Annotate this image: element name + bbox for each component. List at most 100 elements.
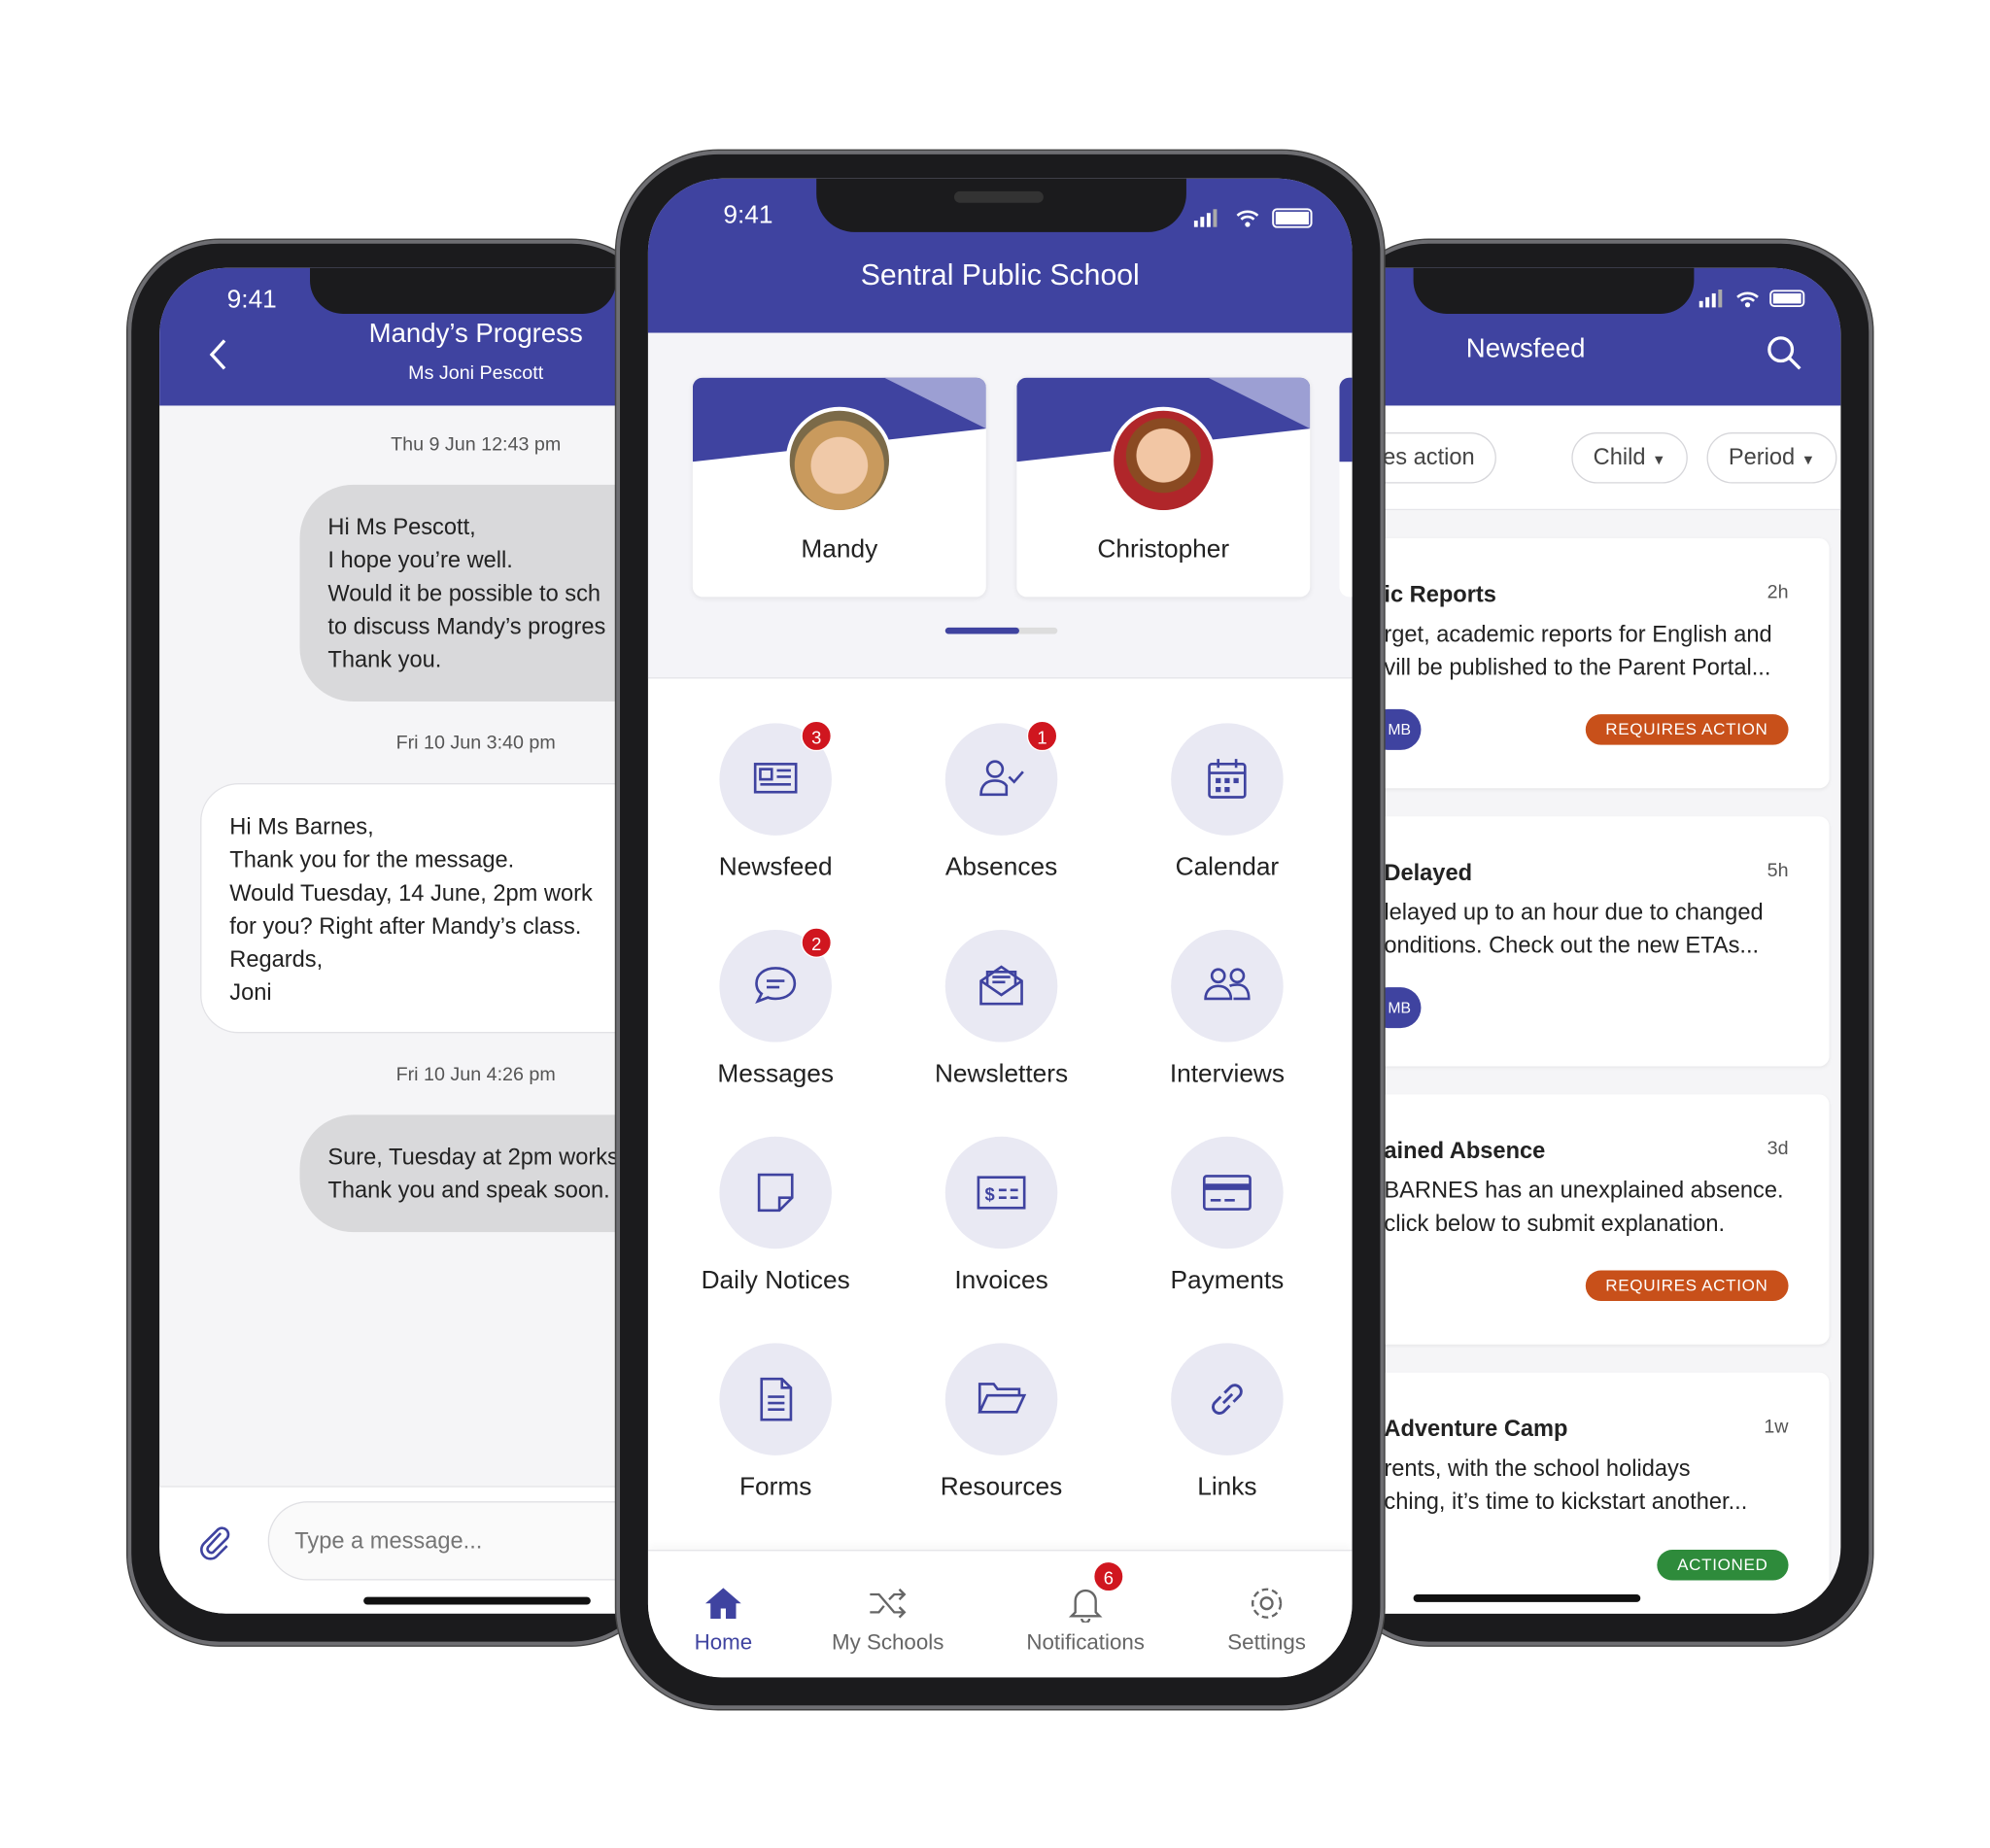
tile-label: Payments	[1170, 1266, 1285, 1295]
tile-icon-circle	[1171, 930, 1284, 1043]
tile-icon-circle	[719, 1343, 832, 1455]
users-icon	[1204, 968, 1251, 1001]
filter-label: Period	[1728, 443, 1796, 470]
children-carousel[interactable]: Mandy Christopher	[647, 332, 1353, 679]
status-icons	[1193, 207, 1321, 230]
message-date: Fri 10 Jun 4:26 pm	[395, 1063, 556, 1086]
item-time: 1w	[1764, 1416, 1789, 1438]
item-line: lelayed up to an hour due to changed	[1384, 899, 1764, 925]
tile-interviews[interactable]: Interviews	[1150, 930, 1304, 1089]
tile-forms[interactable]: Forms	[699, 1343, 852, 1502]
tile-label: Links	[1197, 1473, 1257, 1502]
tile-badge: 1	[1026, 720, 1058, 752]
message-line: Joni	[229, 979, 272, 1006]
conversation-title: Mandy’s Progress	[368, 319, 583, 349]
tab-notifications[interactable]: Notifications 6	[990, 1560, 1182, 1656]
document-icon	[760, 1377, 793, 1421]
item-line: rents, with the school holidays	[1384, 1454, 1691, 1482]
attach-button[interactable]	[195, 1523, 233, 1560]
search-button[interactable]	[1766, 334, 1803, 372]
tab-label: Notifications	[1026, 1629, 1145, 1655]
child-card-christopher[interactable]: Christopher	[1016, 377, 1311, 598]
status-time: 9:41	[226, 286, 277, 314]
tile-invoices[interactable]: $ Invoices	[925, 1136, 1079, 1296]
note-icon	[757, 1173, 794, 1213]
user-check-icon	[979, 760, 1024, 797]
item-time: 5h	[1767, 859, 1789, 882]
tile-label: Resources	[940, 1473, 1063, 1502]
tile-icon-circle	[944, 1343, 1058, 1455]
tab-label: My Schools	[832, 1629, 944, 1655]
tile-absences[interactable]: 1 Absences	[925, 720, 1079, 882]
tile-payments[interactable]: Payments	[1150, 1136, 1304, 1296]
item-title: ained Absence	[1384, 1138, 1546, 1164]
tab-settings[interactable]: Settings	[1171, 1584, 1352, 1656]
item-title: ic Reports	[1384, 581, 1496, 607]
carousel-pager[interactable]	[944, 627, 1058, 634]
notification-badge: 6	[1093, 1560, 1124, 1592]
home-header: 9:41 Sentral Public School	[647, 178, 1353, 333]
item-line: BARNES has an unexplained absence.	[1384, 1177, 1784, 1203]
compose-bar	[159, 1486, 696, 1614]
newspaper-icon	[753, 763, 798, 794]
home-icon	[704, 1588, 741, 1619]
item-line: vill be published to the Parent Portal..…	[1384, 654, 1771, 680]
newsfeed-item[interactable]: ained Absence 3d BARNES has an unexplain…	[1384, 1094, 1830, 1345]
avatar	[1110, 406, 1218, 515]
message-line: Would Tuesday, 14 June, 2pm work	[229, 879, 593, 907]
paperclip-icon	[200, 1526, 230, 1560]
tile-icon-circle	[1171, 1343, 1284, 1455]
message-date: Fri 10 Jun 3:40 pm	[395, 732, 556, 754]
status-badge: REQUIRES ACTION	[1585, 1270, 1789, 1302]
search-icon	[1767, 336, 1801, 370]
message-line: for you? Right after Mandy’s class.	[229, 912, 582, 940]
filter-child[interactable]: Child ▼	[1571, 432, 1688, 484]
filter-label: Child	[1593, 443, 1646, 470]
item-line: onditions. Check out the new ETAs...	[1384, 932, 1760, 958]
conversation-subtitle: Ms Joni Pescott	[408, 361, 544, 385]
message-date: Thu 9 Jun 12:43 pm	[391, 433, 562, 456]
newsfeed-item[interactable]: Adventure Camp 1w rents, with the school…	[1384, 1372, 1830, 1614]
tile-label: Messages	[717, 1059, 835, 1088]
home-phone: 9:41 Sentral Public School Mandy Christo…	[616, 150, 1385, 1710]
tile-messages[interactable]: 2 Messages	[699, 927, 852, 1089]
child-card-mandy[interactable]: Mandy	[692, 377, 986, 598]
calendar-icon	[1208, 759, 1247, 799]
home-screen: 9:41 Sentral Public School Mandy Christo…	[647, 178, 1353, 1678]
tab-my-schools[interactable]: My Schools	[792, 1584, 983, 1656]
back-button[interactable]	[205, 337, 230, 373]
tab-label: Settings	[1227, 1629, 1306, 1655]
tile-label: Calendar	[1175, 853, 1280, 882]
item-line: rget, academic reports for English and	[1384, 621, 1772, 647]
tile-icon-circle: 1	[944, 720, 1058, 836]
item-title: Adventure Camp	[1384, 1416, 1568, 1442]
message-input[interactable]	[267, 1501, 676, 1581]
message-line: Thank you for the message.	[229, 846, 515, 873]
tile-daily-notices[interactable]: Daily Notices	[699, 1136, 852, 1296]
newsfeed-item[interactable]: ic Reports 2h rget, academic reports for…	[1367, 538, 1830, 789]
tile-links[interactable]: Links	[1150, 1343, 1304, 1502]
tile-label: Absences	[944, 853, 1058, 882]
item-time: 2h	[1767, 581, 1789, 603]
tile-calendar[interactable]: Calendar	[1150, 723, 1304, 882]
shuffle-icon	[870, 1588, 907, 1619]
caret-down-icon: ▼	[1801, 453, 1816, 468]
item-time: 3d	[1767, 1138, 1789, 1160]
tile-icon-circle	[719, 1136, 832, 1249]
tile-newsletters[interactable]: Newsletters	[925, 930, 1079, 1089]
newsfeed-item[interactable]: Delayed 5h lelayed up to an hour due to …	[1367, 816, 1830, 1067]
item-title: Delayed	[1384, 859, 1473, 886]
messages-screen: 9:41 Mandy’s Progress Ms Joni Pescott Th…	[159, 267, 696, 1614]
tile-resources[interactable]: Resources	[925, 1343, 1079, 1502]
signal-wifi-battery-icon	[1193, 208, 1313, 228]
newsfeed-title: Newsfeed	[1465, 333, 1586, 364]
tile-icon-circle: 2	[719, 927, 832, 1043]
tile-newsfeed[interactable]: 3 Newsfeed	[699, 720, 852, 882]
item-line: ching, it’s time to kickstart another...	[1384, 1489, 1748, 1515]
child-name: Christopher	[1097, 535, 1230, 565]
message-line: Hi Ms Barnes,	[229, 813, 374, 839]
chevron-left-icon	[209, 339, 226, 370]
filter-period[interactable]: Period ▼	[1706, 432, 1837, 484]
folder-icon	[978, 1383, 1027, 1414]
tile-icon-circle: $	[944, 1136, 1058, 1249]
